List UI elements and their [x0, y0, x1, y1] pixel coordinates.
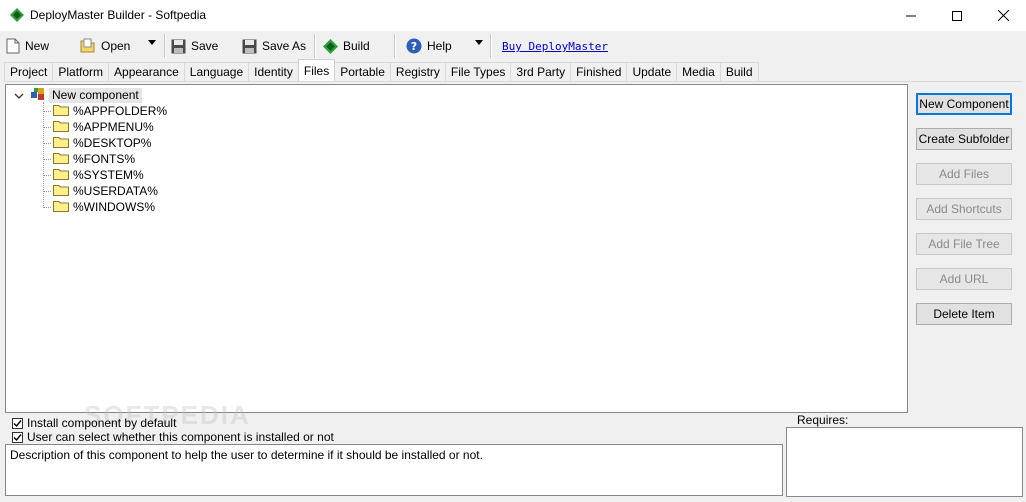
tree-connector-line: [43, 110, 51, 112]
folder-icon: [53, 103, 69, 119]
tree-connector-line: [43, 158, 51, 160]
install-by-default-label: Install component by default: [27, 416, 177, 430]
save-as-disk-icon: [242, 39, 257, 54]
tab-update[interactable]: Update: [626, 62, 678, 81]
build-label: Build: [343, 39, 370, 53]
create-subfolder-button[interactable]: Create Subfolder: [916, 128, 1012, 150]
folder-icon: [53, 151, 69, 167]
new-component-button[interactable]: New Component: [916, 93, 1012, 115]
save-button[interactable]: Save: [171, 35, 218, 57]
tree-connector-line: [43, 174, 51, 176]
tab-portable[interactable]: Portable: [334, 62, 391, 81]
tab-identity[interactable]: Identity: [248, 62, 299, 81]
help-button[interactable]: ? Help: [406, 35, 452, 57]
tree-folder-node[interactable]: %DESKTOP%: [43, 135, 151, 151]
open-button[interactable]: Open: [80, 35, 130, 57]
tree-connector-line: [43, 126, 51, 128]
tree-folder-label: %SYSTEM%: [73, 168, 144, 182]
tree-connector-line: [43, 142, 51, 144]
app-icon: [10, 8, 24, 25]
toolbar-separator: [394, 34, 396, 58]
tree-folder-label: %WINDOWS%: [73, 200, 155, 214]
tab-file-types[interactable]: File Types: [444, 62, 512, 81]
tab-strip-border: [4, 81, 1022, 82]
tree-folder-label: %APPMENU%: [73, 120, 154, 134]
tab-media[interactable]: Media: [676, 62, 721, 81]
tree-folder-node[interactable]: %APPMENU%: [43, 119, 154, 135]
tree-folder-node[interactable]: %WINDOWS%: [43, 199, 155, 215]
folder-icon: [53, 199, 69, 215]
component-tree[interactable]: New component %APPFOLDER% %APPMENU% %DESKT…: [5, 84, 908, 413]
checkmark-icon: [12, 431, 23, 443]
build-icon: [323, 38, 338, 54]
tree-root-label: New component: [49, 88, 142, 103]
tree-folder-node[interactable]: %FONTS%: [43, 151, 135, 167]
help-icon: ?: [406, 38, 422, 54]
close-button[interactable]: [980, 0, 1026, 31]
tab-appearance[interactable]: Appearance: [108, 62, 185, 81]
tree-folder-label: %APPFOLDER%: [73, 104, 168, 118]
folder-icon: [53, 119, 69, 135]
add-files-button: Add Files: [916, 163, 1012, 185]
tab-registry[interactable]: Registry: [389, 62, 446, 81]
buy-deploymaster-link[interactable]: Buy DeployMaster: [502, 40, 608, 53]
tab-build[interactable]: Build: [719, 62, 759, 81]
tree-folder-label: %FONTS%: [73, 152, 136, 166]
folder-icon: [53, 167, 69, 183]
tree-connector-line: [43, 190, 51, 192]
new-file-icon: [6, 38, 20, 54]
new-label: New: [25, 39, 50, 53]
folder-icon: [53, 135, 69, 151]
new-button[interactable]: New: [6, 35, 49, 57]
save-as-button[interactable]: Save As: [242, 35, 306, 57]
tab-3rd-party[interactable]: 3rd Party: [510, 62, 572, 81]
toolbar-separator: [314, 34, 316, 58]
install-by-default-checkbox[interactable]: Install component by default: [12, 416, 176, 430]
tree-folder-node[interactable]: %USERDATA%: [43, 183, 158, 199]
save-disk-icon: [171, 39, 186, 54]
svg-text:?: ?: [411, 40, 417, 53]
open-label: Open: [101, 39, 131, 53]
build-button[interactable]: Build: [323, 35, 370, 57]
add-file-tree-button: Add File Tree: [916, 233, 1012, 255]
tree-connector-line: [43, 206, 51, 208]
checkmark-icon: [12, 417, 23, 429]
add-shortcuts-button: Add Shortcuts: [916, 198, 1012, 220]
tab-finished[interactable]: Finished: [570, 62, 628, 81]
tree-folder-node[interactable]: %SYSTEM%: [43, 167, 144, 183]
requires-list[interactable]: [786, 427, 1023, 497]
collapse-chevron-icon[interactable]: [14, 89, 24, 103]
add-url-button: Add URL: [916, 268, 1012, 290]
window-title: DeployMaster Builder - Softpedia: [30, 8, 207, 22]
open-folder-icon: [80, 38, 96, 54]
tree-folder-node[interactable]: %APPFOLDER%: [43, 103, 167, 119]
tab-language[interactable]: Language: [183, 62, 250, 81]
toolbar-separator: [490, 34, 492, 58]
folder-icon: [53, 183, 69, 199]
delete-item-button[interactable]: Delete Item: [916, 303, 1012, 325]
tree-root-node[interactable]: New component: [14, 87, 142, 104]
tab-project[interactable]: Project: [4, 62, 54, 81]
description-field[interactable]: Description of this component to help th…: [5, 444, 783, 496]
save-as-label: Save As: [262, 39, 307, 53]
tab-platform[interactable]: Platform: [52, 62, 110, 81]
save-label: Save: [191, 39, 219, 53]
minimize-button[interactable]: [888, 0, 934, 31]
requires-label: Requires:: [797, 413, 849, 427]
help-dropdown-arrow[interactable]: [475, 40, 483, 45]
user-can-select-checkbox[interactable]: User can select whether this component i…: [12, 430, 334, 444]
toolbar-separator: [164, 34, 166, 58]
tree-folder-label: %DESKTOP%: [73, 136, 152, 150]
maximize-button[interactable]: [934, 0, 980, 31]
tab-files[interactable]: Files: [297, 59, 336, 81]
help-label: Help: [427, 39, 452, 53]
title-bar: DeployMaster Builder - Softpedia: [0, 0, 1026, 31]
tab-strip: Project Platform Appearance Language Identit…: [4, 59, 759, 82]
user-can-select-label: User can select whether this component i…: [27, 430, 334, 444]
open-dropdown-arrow[interactable]: [148, 40, 156, 45]
tree-folder-label: %USERDATA%: [73, 184, 158, 198]
